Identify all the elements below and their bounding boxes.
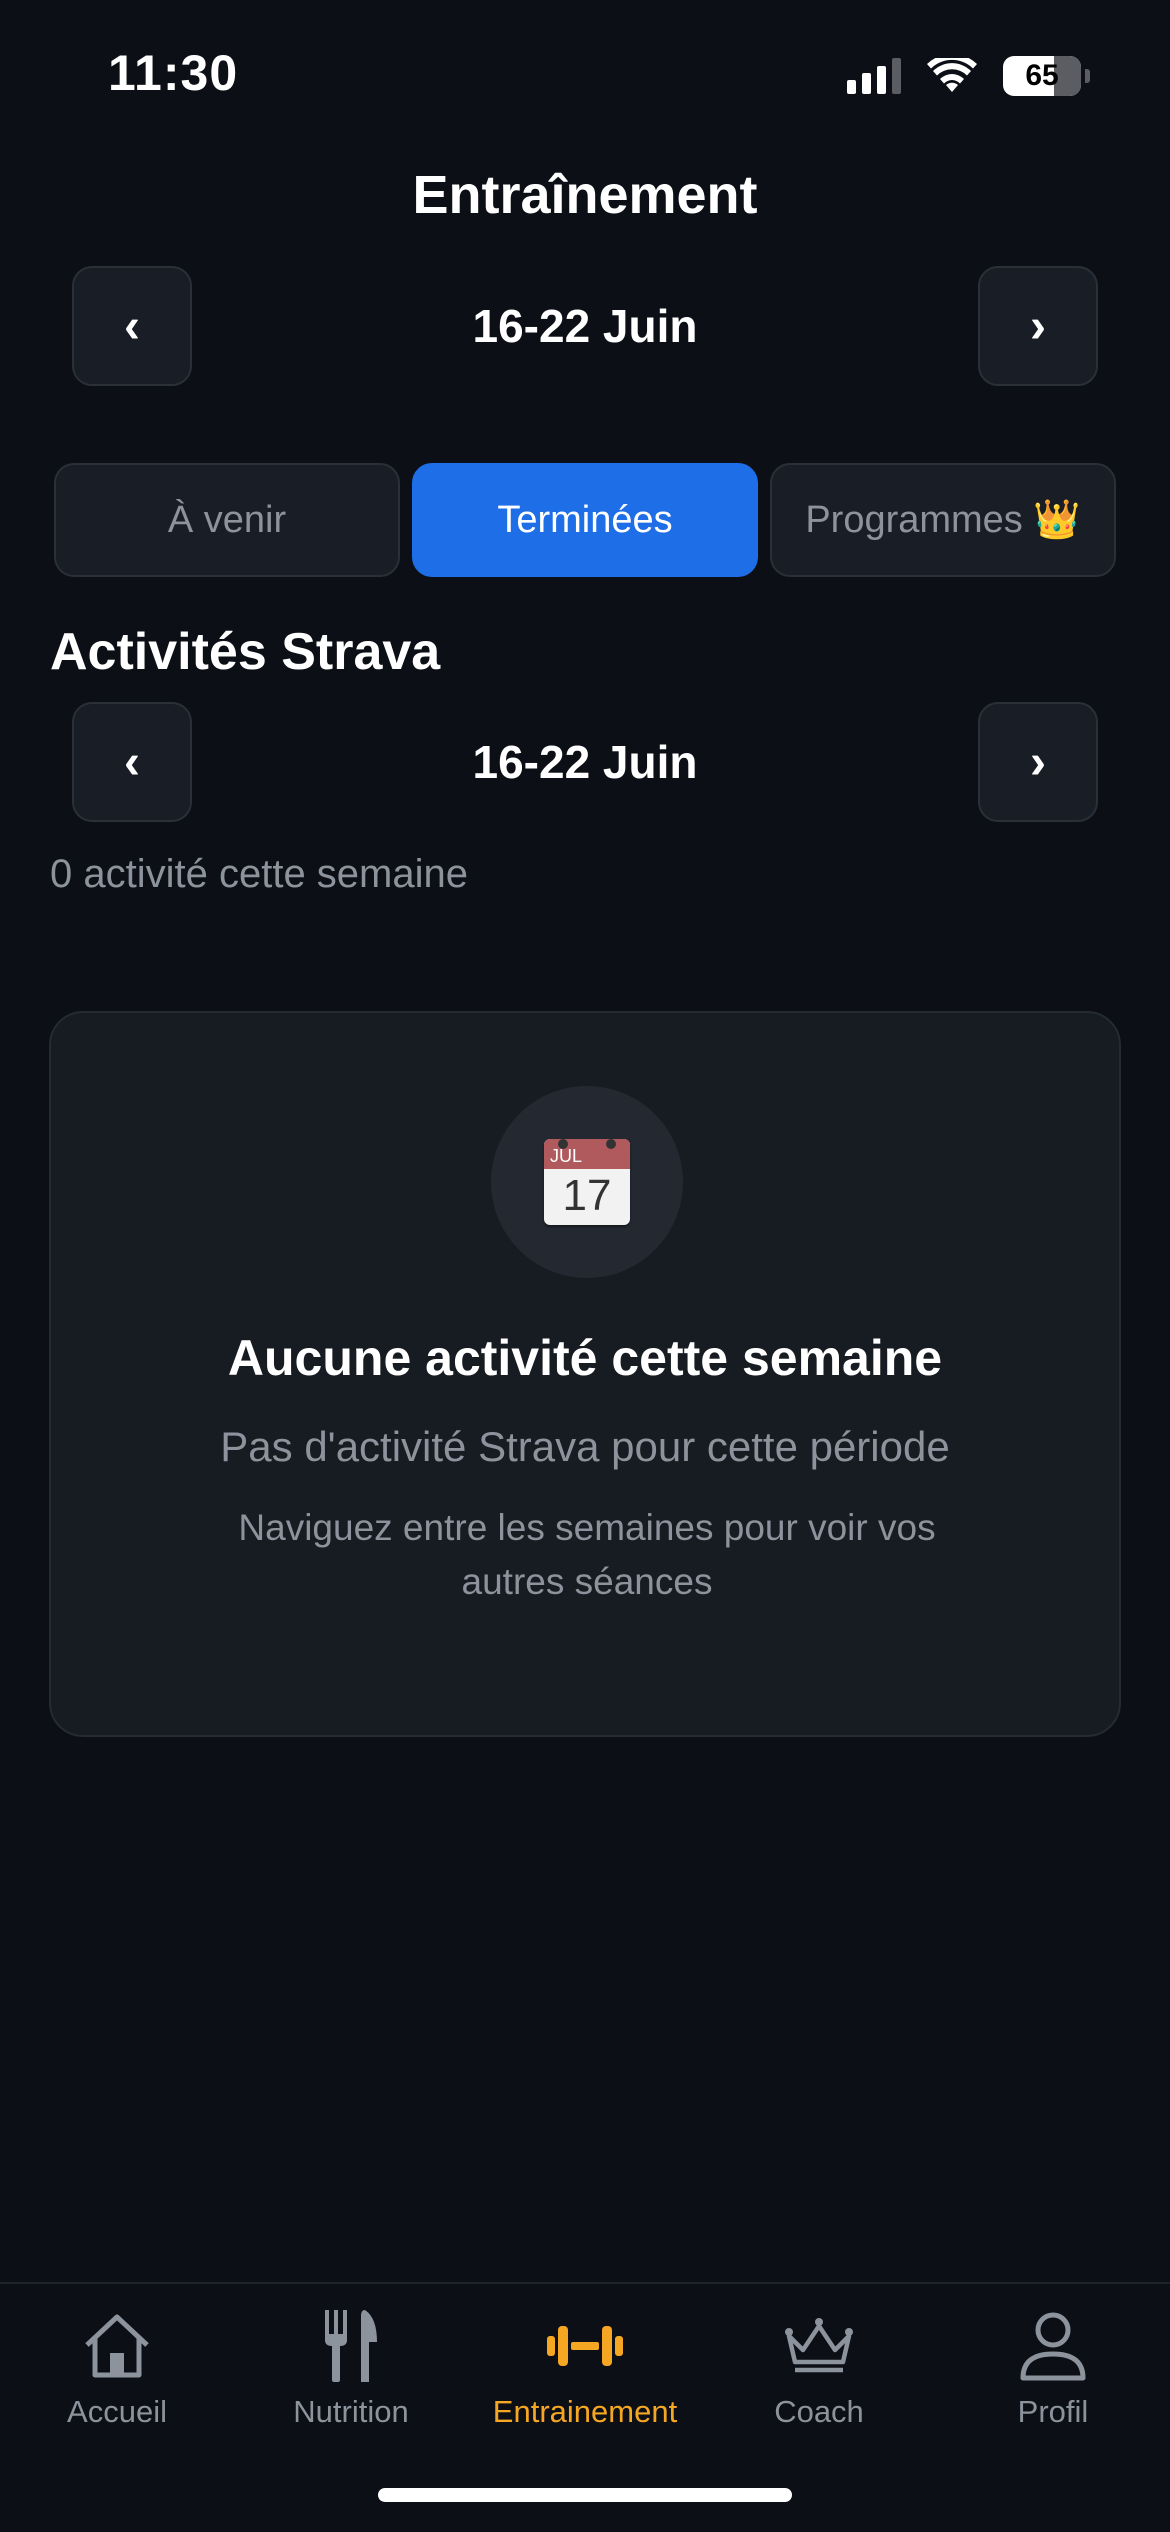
activity-count: 0 activité cette semaine [50,852,468,896]
person-icon [1017,2304,1089,2388]
strava-prev-week-button[interactable]: ‹ [72,702,192,822]
status-time: 11:30 [108,45,239,101]
battery-level: 65 [1025,59,1059,92]
tab-upcoming[interactable]: À venir [54,463,400,577]
header-week-nav: ‹ 16-22 Juin › [72,266,1098,386]
crown-icon [781,2304,857,2388]
strava-next-week-button[interactable]: › [978,702,1098,822]
page-title: Entraînement [412,165,758,225]
tab-completed[interactable]: Terminées [412,463,758,577]
prev-week-button[interactable]: ‹ [72,266,192,386]
calendar-icon: JUL 17 [544,1139,630,1225]
empty-state-hint: Naviguez entre les semaines pour voir vo… [238,1507,936,1602]
chevron-right-icon: › [1030,299,1046,353]
cellular-signal-icon [847,58,901,94]
chevron-right-icon: › [1030,735,1046,789]
tabbar-item-coach[interactable]: Coach [702,2304,936,2444]
calendar-day: 17 [562,1171,612,1220]
tabbar-label-home: Accueil [67,2394,167,2429]
home-icon [81,2304,153,2388]
tabbar-label-profile: Profil [1017,2394,1089,2429]
empty-state-card: JUL 17 Aucune activité cette semaine Pas… [49,1011,1121,1737]
tab-programs[interactable]: Programmes 👑 [770,463,1116,577]
calendar-month: JUL [544,1139,630,1169]
screen: 11:30 65 Entraînement ‹ 16-22 Juin › À v… [0,0,1170,2532]
tabbar-label-coach: Coach [774,2394,864,2429]
tabbar-label-training: Entrainement [492,2394,678,2429]
chevron-left-icon: ‹ [124,299,140,353]
tabbar-item-nutrition[interactable]: Nutrition [234,2304,468,2444]
tabbar-item-home[interactable]: Accueil [0,2304,234,2444]
empty-state-icon-circle: JUL 17 [491,1086,683,1278]
segment-tabs: À venir Terminées Programmes 👑 [54,463,1116,577]
tabbar-item-training[interactable]: Entrainement [468,2304,702,2444]
next-week-button[interactable]: › [978,266,1098,386]
home-indicator[interactable] [378,2488,792,2502]
tabbar-item-profile[interactable]: Profil [936,2304,1170,2444]
battery-icon: 65 [1003,56,1081,96]
strava-week-label: 16-22 Juin [472,736,698,788]
empty-state-subtitle: Pas d'activité Strava pour cette période [220,1423,950,1470]
status-icons: 65 [847,56,1090,96]
battery-tip [1085,69,1090,83]
fork-knife-icon [321,2304,381,2388]
chevron-left-icon: ‹ [124,735,140,789]
dumbbell-icon [547,2304,623,2388]
empty-state-title: Aucune activité cette semaine [227,1330,943,1386]
strava-week-nav: ‹ 16-22 Juin › [72,702,1098,822]
week-label: 16-22 Juin [472,300,698,352]
wifi-icon [927,58,977,94]
section-title: Activités Strava [50,623,441,681]
tabbar-label-nutrition: Nutrition [293,2394,409,2429]
